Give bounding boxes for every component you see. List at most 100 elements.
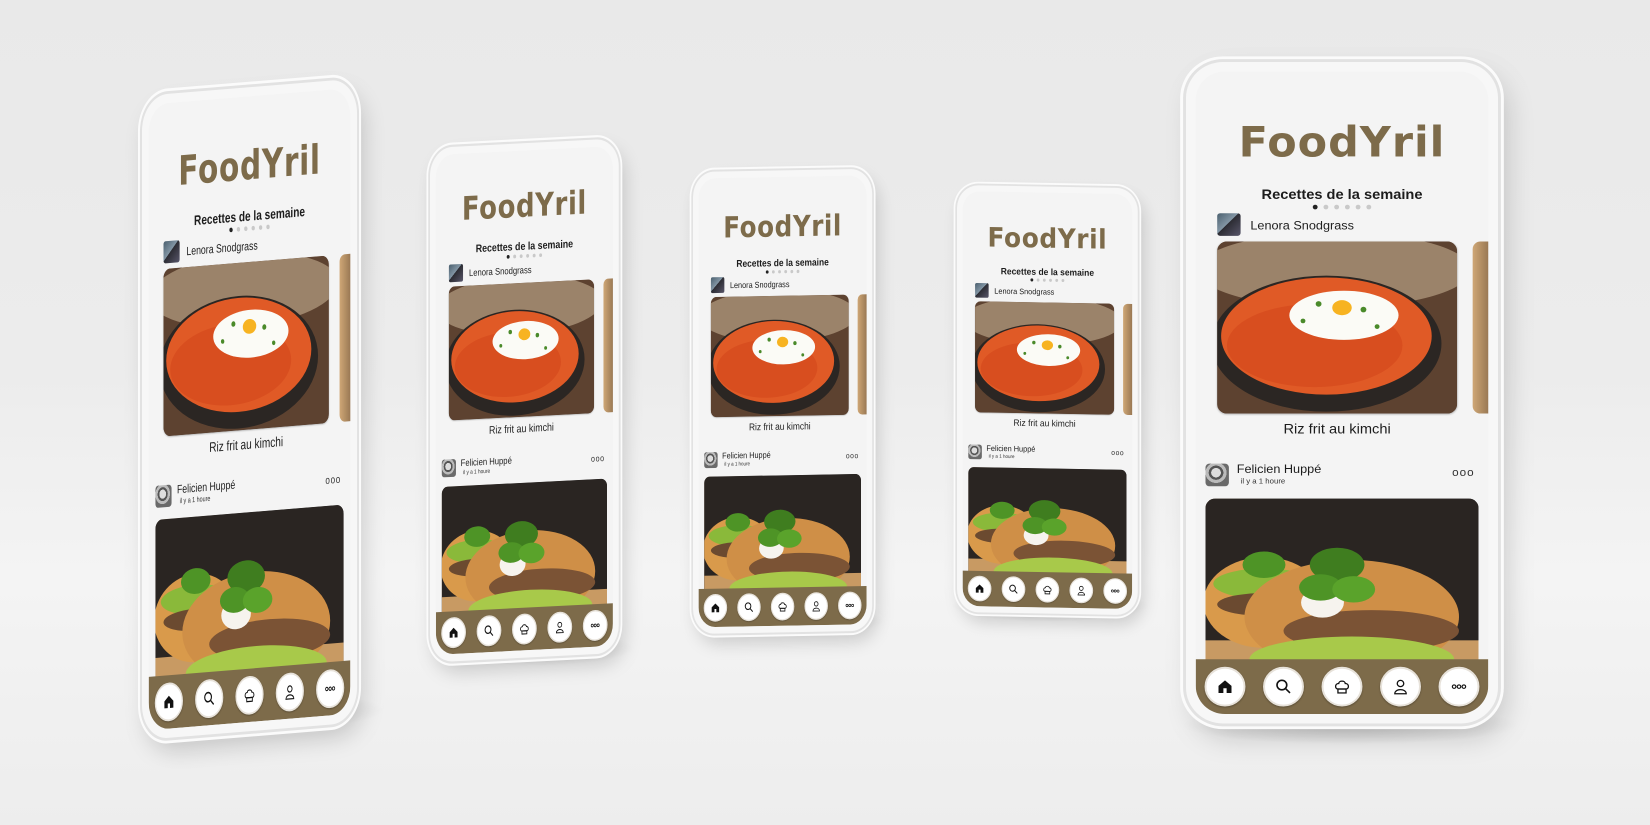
next-recipe-card-peek[interactable] — [603, 277, 613, 413]
carousel-dot[interactable] — [765, 270, 769, 274]
app-title: FoodYril — [987, 222, 1108, 256]
recipe-author[interactable]: Lenora Snodgrass — [163, 234, 258, 264]
nav-recipes-button[interactable] — [512, 612, 537, 646]
post-more-button[interactable]: ooo — [1111, 448, 1124, 457]
section-title: Recettes de la semaine — [1261, 186, 1423, 203]
nav-profile-button[interactable] — [547, 611, 573, 644]
nav-profile-button[interactable] — [1380, 666, 1421, 707]
nav-home-button[interactable] — [703, 593, 728, 622]
carousel-dots — [1196, 204, 1489, 210]
carousel-dot[interactable] — [790, 269, 794, 274]
recipe-card[interactable] — [448, 279, 595, 421]
carousel-dot[interactable] — [519, 254, 523, 259]
post-author-name[interactable]: Felicien Huppé — [461, 455, 512, 469]
home-icon — [711, 603, 720, 613]
chef-hat-icon — [1043, 585, 1052, 595]
nav-search-button[interactable] — [476, 614, 502, 647]
nav-recipes-button[interactable] — [235, 674, 264, 716]
next-recipe-card-peek[interactable] — [1472, 241, 1489, 414]
nav-more-button[interactable] — [316, 668, 345, 710]
post-author-name[interactable]: Felicien Huppé — [177, 478, 235, 497]
carousel-dot[interactable] — [778, 270, 781, 274]
avatar[interactable] — [155, 484, 172, 508]
recipe-card[interactable] — [1217, 241, 1458, 414]
recipe-author-name: Lenora Snodgrass — [468, 263, 532, 278]
nav-search-button[interactable] — [1001, 576, 1026, 603]
nav-home-button[interactable] — [441, 616, 466, 649]
recipe-author[interactable]: Lenora Snodgrass — [975, 282, 1055, 299]
carousel-dot[interactable] — [506, 254, 510, 259]
avatar[interactable] — [1205, 463, 1229, 487]
nav-home-button[interactable] — [967, 575, 992, 602]
carousel-dot[interactable] — [236, 226, 241, 232]
recipe-name[interactable]: Riz frit au kimchi — [975, 417, 1114, 430]
carousel-dot[interactable] — [1334, 204, 1340, 210]
carousel-dot[interactable] — [258, 225, 263, 230]
recipe-name[interactable]: Riz frit au kimchi — [449, 419, 594, 439]
bottom-nav — [435, 603, 613, 655]
next-recipe-card-peek[interactable] — [1123, 303, 1133, 416]
nav-recipes-button[interactable] — [770, 592, 795, 621]
nav-more-button[interactable] — [1103, 577, 1128, 605]
post-author-name[interactable]: Felicien Huppé — [1237, 462, 1322, 476]
post-more-button[interactable]: ooo — [846, 451, 859, 460]
avatar[interactable] — [441, 459, 456, 478]
carousel-dot[interactable] — [266, 224, 270, 230]
nav-home-button[interactable] — [154, 681, 183, 723]
next-recipe-card-peek[interactable] — [857, 294, 867, 415]
post-author-name[interactable]: Felicien Huppé — [986, 444, 1035, 454]
recipe-name[interactable]: Riz frit au kimchi — [164, 430, 329, 459]
nav-profile-button[interactable] — [804, 591, 828, 621]
carousel-dot[interactable] — [1061, 278, 1065, 283]
nav-search-button[interactable] — [195, 678, 224, 720]
more-icon — [325, 686, 336, 692]
nav-profile-button[interactable] — [1069, 577, 1094, 604]
recipe-author[interactable]: Lenora Snodgrass — [710, 276, 789, 294]
carousel-dot[interactable] — [513, 254, 517, 259]
next-recipe-card-peek[interactable] — [339, 252, 351, 423]
carousel-dot[interactable] — [251, 225, 255, 231]
carousel-dot[interactable] — [532, 253, 536, 258]
post-author-name[interactable]: Felicien Huppé — [722, 450, 771, 461]
profile-icon — [812, 601, 820, 612]
nav-recipes-button[interactable] — [1035, 576, 1060, 603]
carousel-dot[interactable] — [244, 226, 248, 232]
avatar[interactable] — [704, 452, 718, 469]
carousel-dot[interactable] — [1036, 278, 1040, 282]
recipe-author-name: Lenora Snodgrass — [994, 286, 1055, 297]
nav-profile-button[interactable] — [275, 671, 304, 713]
nav-search-button[interactable] — [1263, 666, 1304, 707]
recipe-name[interactable]: Riz frit au kimchi — [711, 420, 849, 434]
carousel-dot[interactable] — [229, 227, 233, 233]
recipe-card[interactable] — [975, 301, 1115, 415]
carousel-dot[interactable] — [771, 270, 775, 274]
carousel-dot[interactable] — [784, 269, 788, 274]
carousel-dot[interactable] — [539, 253, 543, 258]
carousel-dot[interactable] — [526, 253, 530, 258]
nav-more-button[interactable] — [582, 609, 608, 642]
post-more-button[interactable]: ooo — [1452, 466, 1474, 479]
recipe-card[interactable] — [710, 294, 849, 418]
carousel-dot[interactable] — [796, 269, 800, 274]
carousel-dot[interactable] — [1366, 204, 1372, 210]
nav-home-button[interactable] — [1204, 666, 1246, 707]
recipe-author[interactable]: Lenora Snodgrass — [448, 260, 532, 283]
nav-recipes-button[interactable] — [1321, 666, 1363, 707]
nav-more-button[interactable] — [1438, 666, 1480, 707]
recipe-name[interactable]: Riz frit au kimchi — [1217, 421, 1457, 437]
carousel-dot[interactable] — [1030, 278, 1034, 282]
carousel-dot[interactable] — [1042, 278, 1046, 282]
post-more-button[interactable]: ooo — [325, 473, 340, 487]
carousel-dot[interactable] — [1355, 204, 1361, 210]
nav-more-button[interactable] — [838, 591, 862, 620]
carousel-dot[interactable] — [1344, 204, 1350, 210]
recipe-card[interactable] — [163, 255, 329, 437]
carousel-dot[interactable] — [1049, 278, 1052, 282]
carousel-dot[interactable] — [1323, 204, 1329, 210]
recipe-author[interactable]: Lenora Snodgrass — [1217, 213, 1354, 236]
avatar[interactable] — [968, 444, 982, 460]
carousel-dot[interactable] — [1055, 278, 1059, 282]
carousel-dot[interactable] — [1312, 204, 1318, 210]
nav-search-button[interactable] — [737, 593, 761, 622]
post-more-button[interactable]: ooo — [591, 453, 605, 464]
